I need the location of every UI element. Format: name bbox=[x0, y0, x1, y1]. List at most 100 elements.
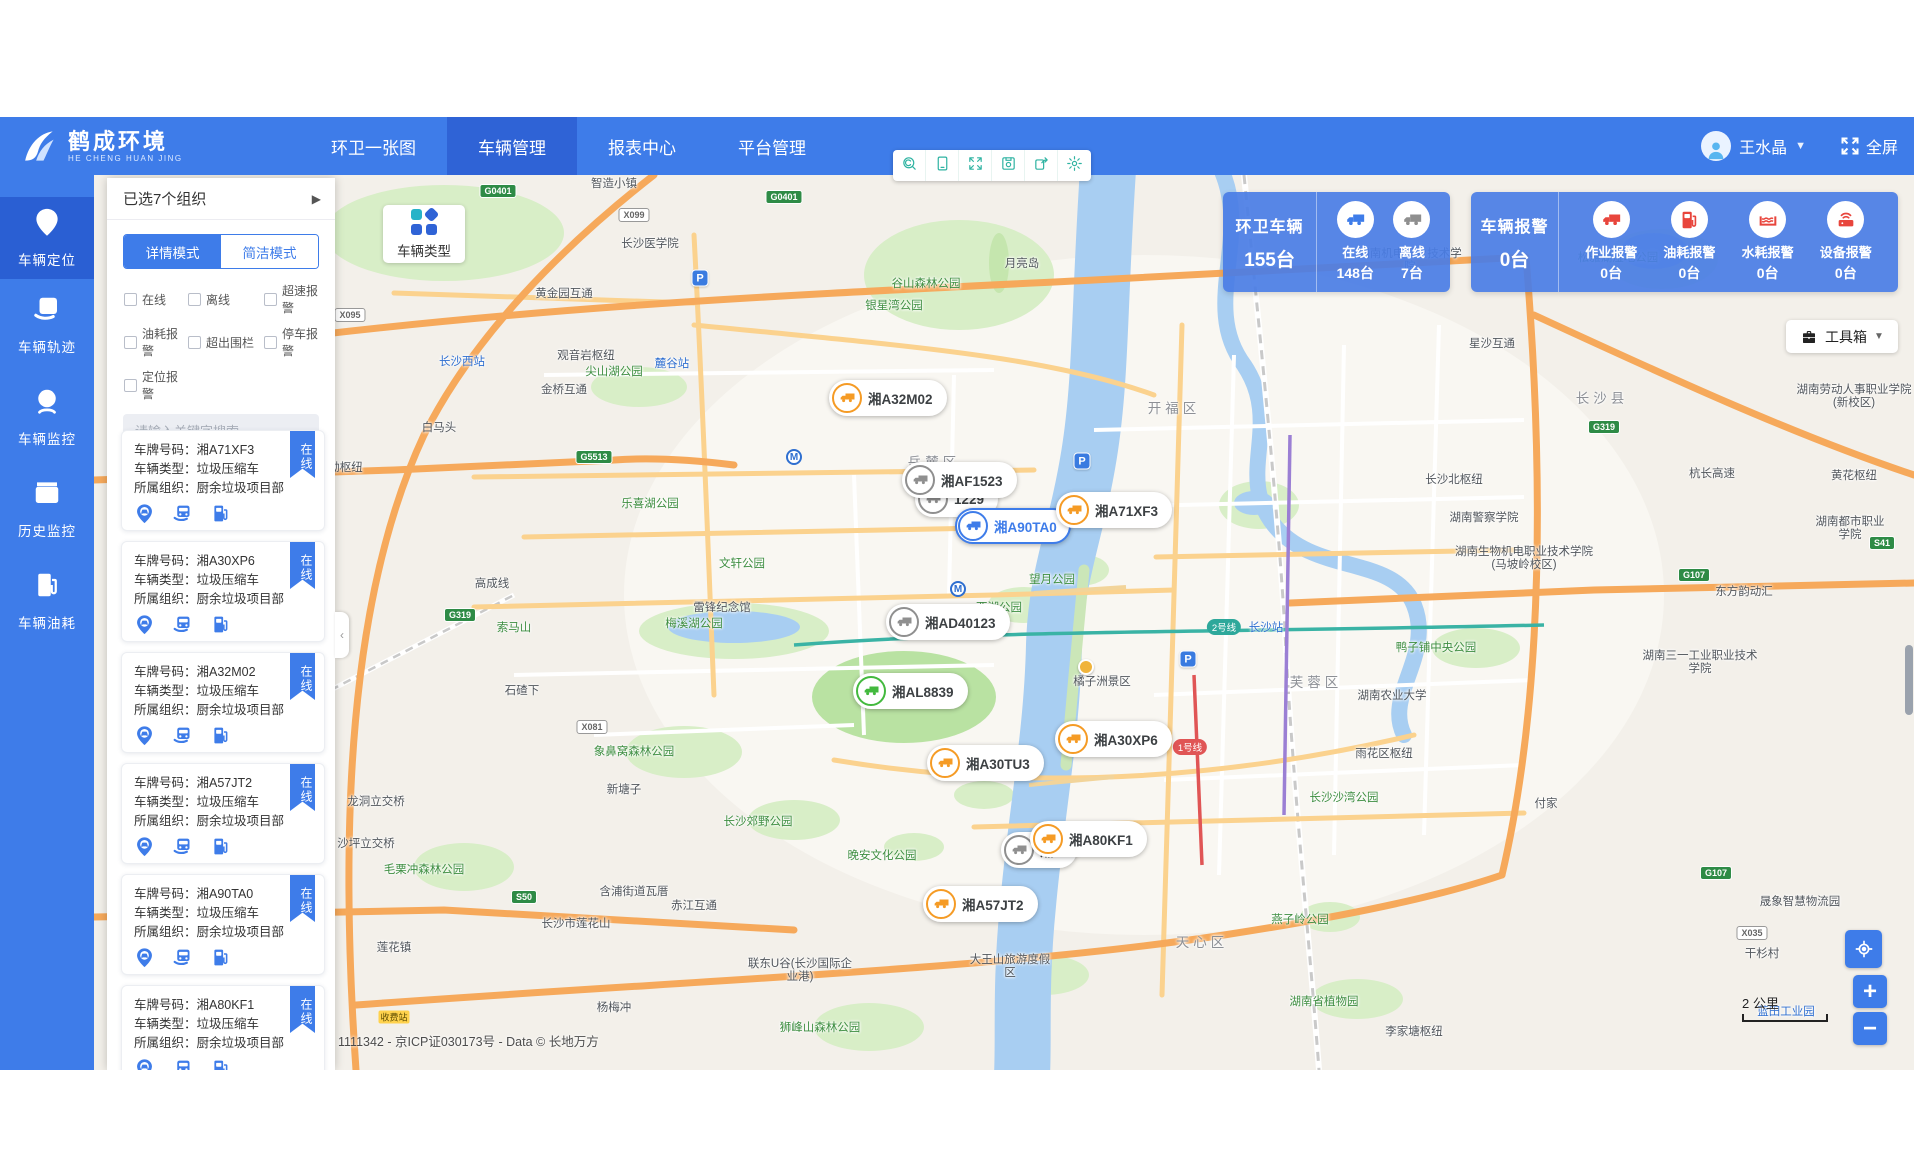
locate-action-icon[interactable] bbox=[134, 725, 155, 751]
vehicle-plate: 车牌号码：湘A90TA0 bbox=[134, 885, 312, 904]
track-action-icon[interactable] bbox=[172, 614, 193, 640]
page-scrollbar[interactable] bbox=[1905, 175, 1913, 1070]
checkbox-超出围栏[interactable] bbox=[188, 336, 201, 349]
map-marker-湘A71XF3[interactable]: 湘A71XF3 bbox=[1056, 492, 1172, 528]
alarm-stat-水耗报警[interactable]: 水耗报警0台 bbox=[1742, 201, 1794, 283]
map-label-长沙医学院: 长沙医学院 bbox=[621, 235, 679, 251]
settings-gear-button[interactable] bbox=[1058, 150, 1091, 181]
checkbox-离线[interactable] bbox=[188, 293, 201, 306]
map-marker-湘A30TU3[interactable]: 湘A30TU3 bbox=[927, 745, 1044, 781]
fuel-action-icon[interactable] bbox=[210, 1058, 231, 1070]
nav-tab-2[interactable]: 车辆管理 bbox=[447, 117, 577, 175]
map-marker-湘A32M02[interactable]: 湘A32M02 bbox=[829, 380, 947, 416]
alarm-stat-油耗报警[interactable]: 油耗报警0台 bbox=[1663, 201, 1715, 283]
device-frame-button[interactable] bbox=[926, 150, 959, 181]
vehicle-card-湘A71XF3[interactable]: 车牌号码：湘A71XF3车辆类型：垃圾压缩车所属组织：厨余垃圾项目部在线 bbox=[121, 430, 325, 531]
filter-超出围栏[interactable]: 超出围栏 bbox=[188, 325, 264, 359]
alarm-stat-作业报警[interactable]: 作业报警0台 bbox=[1585, 201, 1637, 283]
checkbox-超速报警[interactable] bbox=[264, 293, 277, 306]
vehicle-card-湘A90TA0[interactable]: 车牌号码：湘A90TA0车辆类型：垃圾压缩车所属组织：厨余垃圾项目部在线 bbox=[121, 874, 325, 975]
track-action-icon[interactable] bbox=[172, 725, 193, 751]
filter-离线[interactable]: 离线 bbox=[188, 282, 264, 316]
locate-action-icon[interactable] bbox=[134, 947, 155, 973]
online-stat[interactable]: 在线 148台 bbox=[1337, 201, 1374, 283]
expand-arrows-button[interactable] bbox=[959, 150, 992, 181]
map-canvas[interactable]: 智造小镇乌山森林公园长沙医学院黄金园互通月亮岛银星湾公园观音岩枢纽谷山森林公园麓… bbox=[94, 175, 1914, 1070]
map-label-收费站: 收费站 bbox=[378, 1011, 409, 1024]
nav-tab-3[interactable]: 报表中心 bbox=[577, 117, 707, 175]
track-action-icon[interactable] bbox=[172, 836, 193, 862]
vehicle-card-湘A32M02[interactable]: 车牌号码：湘A32M02车辆类型：垃圾压缩车所属组织：厨余垃圾项目部在线 bbox=[121, 652, 325, 753]
truck-marker-icon bbox=[926, 889, 956, 919]
zoom-in-button[interactable]: + bbox=[1853, 975, 1887, 1008]
filter-定位报警[interactable]: 定位报警 bbox=[124, 368, 188, 402]
offline-stat[interactable]: 离线 7台 bbox=[1393, 201, 1430, 283]
filter-在线[interactable]: 在线 bbox=[124, 282, 188, 316]
map-marker-湘AF1523[interactable]: 湘AF1523 bbox=[902, 462, 1017, 498]
filter-停车报警[interactable]: 停车报警 bbox=[264, 325, 329, 359]
locate-action-icon[interactable] bbox=[134, 1058, 155, 1070]
fleet-count: 155台 bbox=[1244, 245, 1295, 272]
vehicle-card-湘A80KF1[interactable]: 车牌号码：湘A80KF1车辆类型：垃圾压缩车所属组织：厨余垃圾项目部在线 bbox=[121, 985, 325, 1070]
sidebar-item-车辆监控[interactable]: 车辆监控 bbox=[0, 371, 94, 463]
map-marker-湘A80KF1[interactable]: 湘A80KF1 bbox=[1030, 821, 1147, 857]
locate-action-icon[interactable] bbox=[134, 503, 155, 529]
user-avatar[interactable] bbox=[1701, 131, 1731, 161]
sidebar-item-车辆定位[interactable]: 车辆定位 bbox=[0, 197, 94, 279]
fuel-action-icon[interactable] bbox=[210, 947, 231, 973]
vehicle-type-button[interactable]: 车辆类型 bbox=[383, 205, 465, 263]
toolbox-button[interactable]: 工具箱 ▼ bbox=[1786, 320, 1898, 353]
map-marker-湘A90TA0[interactable]: 湘A90TA0 bbox=[955, 508, 1071, 544]
fuel-alarm-icon bbox=[1671, 201, 1708, 238]
fullscreen-button[interactable]: 全屏 bbox=[1840, 134, 1898, 158]
scrollbar-thumb[interactable] bbox=[1905, 645, 1913, 715]
fuel-action-icon[interactable] bbox=[210, 503, 231, 529]
vehicle-plate: 车牌号码：湘A71XF3 bbox=[134, 441, 312, 460]
save-view-button[interactable] bbox=[992, 150, 1025, 181]
locate-action-icon[interactable] bbox=[134, 836, 155, 862]
map-marker-湘A30XP6[interactable]: 湘A30XP6 bbox=[1055, 721, 1172, 757]
track-action-icon[interactable] bbox=[172, 947, 193, 973]
map-label-毛栗冲森林公园: 毛栗冲森林公园 bbox=[384, 861, 465, 877]
filter-油耗报警[interactable]: 油耗报警 bbox=[124, 325, 188, 359]
marker-plate-label: 湘A57JT2 bbox=[962, 894, 1024, 914]
sidebar-item-历史监控[interactable]: 历史监控 bbox=[0, 463, 94, 555]
vehicle-card-湘A57JT2[interactable]: 车牌号码：湘A57JT2车辆类型：垃圾压缩车所属组织：厨余垃圾项目部在线 bbox=[121, 763, 325, 864]
sidebar-item-车辆轨迹[interactable]: 车辆轨迹 bbox=[0, 279, 94, 371]
tab-detail-mode[interactable]: 详情模式 bbox=[124, 235, 221, 268]
alarm-stat-设备报警[interactable]: 设备报警0台 bbox=[1820, 201, 1872, 283]
offline-label: 离线 bbox=[1399, 242, 1425, 261]
measure-search-button[interactable] bbox=[893, 150, 926, 181]
share-export-button[interactable] bbox=[1025, 150, 1058, 181]
org-expand-icon[interactable]: ▶ bbox=[312, 192, 321, 206]
truck-marker-icon bbox=[930, 748, 960, 778]
vehicle-list[interactable]: 车牌号码：湘A71XF3车辆类型：垃圾压缩车所属组织：厨余垃圾项目部在线车牌号码… bbox=[107, 426, 335, 1070]
map-marker-湘A57JT2[interactable]: 湘A57JT2 bbox=[923, 886, 1038, 922]
user-name[interactable]: 王水晶 bbox=[1739, 134, 1787, 158]
zoom-out-button[interactable]: − bbox=[1853, 1012, 1887, 1045]
road-shield-S50: S50 bbox=[511, 890, 537, 904]
filter-超速报警[interactable]: 超速报警 bbox=[264, 282, 329, 316]
panel-collapse-button[interactable]: ‹ bbox=[335, 612, 349, 658]
sidebar-item-车辆油耗[interactable]: 车辆油耗 bbox=[0, 555, 94, 647]
checkbox-在线[interactable] bbox=[124, 293, 137, 306]
locate-button[interactable] bbox=[1845, 930, 1882, 968]
track-action-icon[interactable] bbox=[172, 1058, 193, 1070]
map-label-湖南劳动人事职业学院(新校区): 湖南劳动人事职业学院(新校区) bbox=[1794, 384, 1914, 410]
chevron-down-icon[interactable]: ▼ bbox=[1795, 140, 1806, 152]
checkbox-油耗报警[interactable] bbox=[124, 336, 137, 349]
fuel-action-icon[interactable] bbox=[210, 725, 231, 751]
map-marker-湘AD40123[interactable]: 湘AD40123 bbox=[886, 604, 1010, 640]
map-label-联东U谷(长沙国际企业港): 联东U谷(长沙国际企业港) bbox=[745, 958, 855, 984]
checkbox-定位报警[interactable] bbox=[124, 379, 137, 392]
map-marker-湘AL8839[interactable]: 湘AL8839 bbox=[853, 673, 968, 709]
nav-tab-4[interactable]: 平台管理 bbox=[707, 117, 837, 175]
locate-action-icon[interactable] bbox=[134, 614, 155, 640]
checkbox-停车报警[interactable] bbox=[264, 336, 277, 349]
fuel-action-icon[interactable] bbox=[210, 836, 231, 862]
tab-simple-mode[interactable]: 简洁模式 bbox=[221, 235, 318, 268]
nav-tab-1[interactable]: 环卫一张图 bbox=[300, 117, 447, 175]
fuel-action-icon[interactable] bbox=[210, 614, 231, 640]
vehicle-card-湘A30XP6[interactable]: 车牌号码：湘A30XP6车辆类型：垃圾压缩车所属组织：厨余垃圾项目部在线 bbox=[121, 541, 325, 642]
track-action-icon[interactable] bbox=[172, 503, 193, 529]
